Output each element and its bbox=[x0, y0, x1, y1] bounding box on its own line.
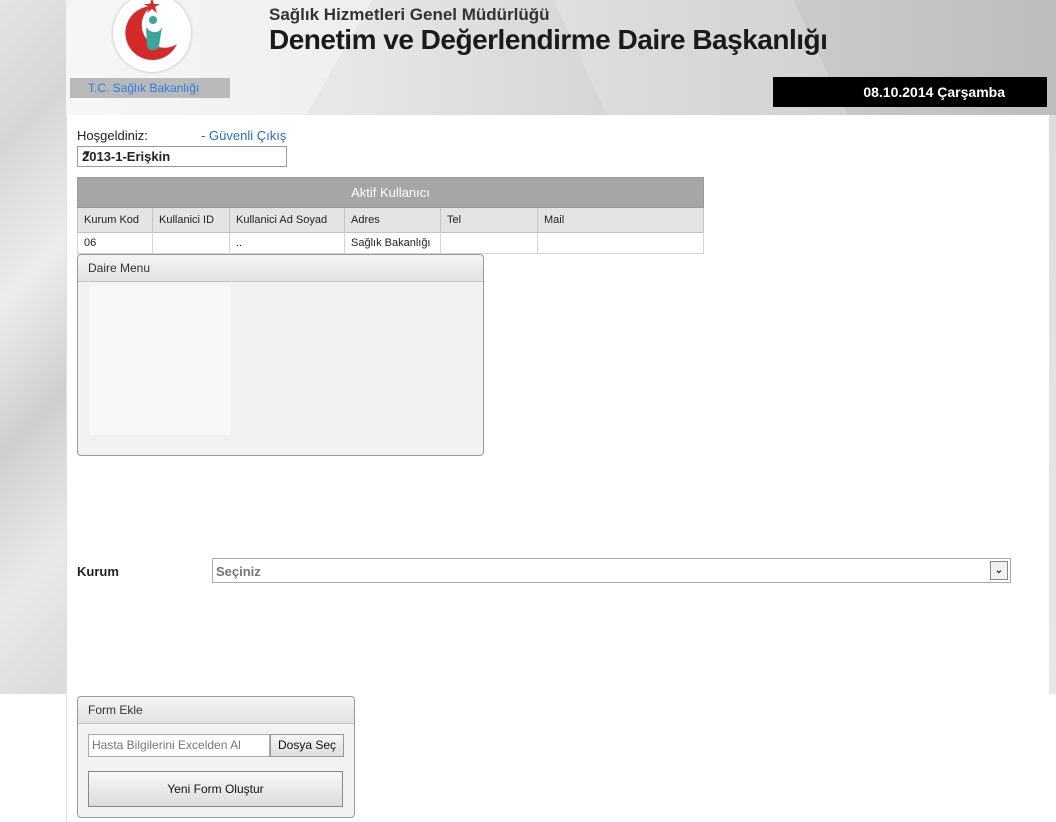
header-title: Denetim ve Değerlendirme Daire Başkanlığ… bbox=[269, 24, 828, 55]
column-header: Kurum Kod bbox=[77, 207, 153, 233]
file-input-placeholder: Hasta Bilgilerini Excelden Al bbox=[92, 738, 241, 752]
welcome-line: Hoşgeldiniz: - Güvenli Çıkış bbox=[77, 128, 286, 143]
org-strip: T.C. Sağlık Bakanlığı bbox=[70, 78, 230, 98]
date-box: 08.10.2014 Çarşamba bbox=[773, 77, 1047, 107]
table-cell: .. bbox=[229, 232, 345, 254]
table-caption: Aktif Kullanıcı bbox=[77, 177, 704, 208]
org-name[interactable]: T.C. Sağlık Bakanlığı bbox=[88, 81, 199, 95]
kurum-selected: Seçiniz bbox=[216, 564, 261, 579]
chevron-down-icon[interactable]: ⌄ bbox=[990, 561, 1008, 580]
table-row: 06 .. Sağlık Bakanlığı bbox=[77, 232, 704, 254]
active-users-table: Aktif Kullanıcı Kurum Kod Kullanici ID K… bbox=[77, 177, 704, 254]
column-header: Kullanici Ad Soyad bbox=[229, 207, 345, 233]
column-header: Mail bbox=[537, 207, 704, 233]
table-cell bbox=[440, 232, 538, 254]
table-cell: Sağlık Bakanlığı bbox=[344, 232, 441, 254]
header-banner: T.C. Sağlık Bakanlığı Sağlık Hizmetleri … bbox=[66, 0, 1056, 115]
column-header: Adres bbox=[344, 207, 441, 233]
column-header: Kullanici ID bbox=[152, 207, 230, 233]
table-cell bbox=[152, 232, 230, 254]
redacted-menu-area bbox=[90, 285, 230, 435]
form-ekle-panel: Form Ekle Hasta Bilgilerini Excelden Al … bbox=[77, 696, 355, 818]
table-header-row: Kurum Kod Kullanici ID Kullanici Ad Soya… bbox=[77, 207, 704, 233]
column-header: Tel bbox=[440, 207, 538, 233]
season-select[interactable]: 2013-1-Erişkin ▼ bbox=[77, 146, 287, 167]
current-date: 08.10.2014 Çarşamba bbox=[863, 84, 1005, 100]
panel-title: Form Ekle bbox=[88, 703, 143, 717]
excel-file-input[interactable]: Hasta Bilgilerini Excelden Al bbox=[88, 734, 270, 757]
chevron-down-icon: ▼ bbox=[82, 149, 92, 160]
kurum-select[interactable]: Seçiniz ⌄ bbox=[212, 558, 1011, 583]
ministry-logo-icon bbox=[113, 0, 191, 72]
table-cell: 06 bbox=[77, 232, 153, 254]
choose-file-button[interactable]: Dosya Seç bbox=[270, 734, 344, 757]
kurum-label: Kurum bbox=[77, 564, 119, 579]
logout-link[interactable]: - Güvenli Çıkış bbox=[201, 128, 286, 143]
background-left bbox=[0, 0, 66, 694]
daire-menu-panel: Daire Menu bbox=[77, 254, 484, 456]
table-cell bbox=[537, 232, 704, 254]
new-form-button[interactable]: Yeni Form Oluştur bbox=[88, 771, 343, 807]
panel-header: Form Ekle bbox=[78, 697, 354, 724]
panel-header: Daire Menu bbox=[78, 255, 483, 282]
welcome-label: Hoşgeldiniz: bbox=[77, 128, 148, 143]
panel-title: Daire Menu bbox=[88, 261, 151, 275]
header-subtitle: Sağlık Hizmetleri Genel Müdürlüğü bbox=[269, 5, 550, 24]
background-right bbox=[1048, 115, 1056, 694]
